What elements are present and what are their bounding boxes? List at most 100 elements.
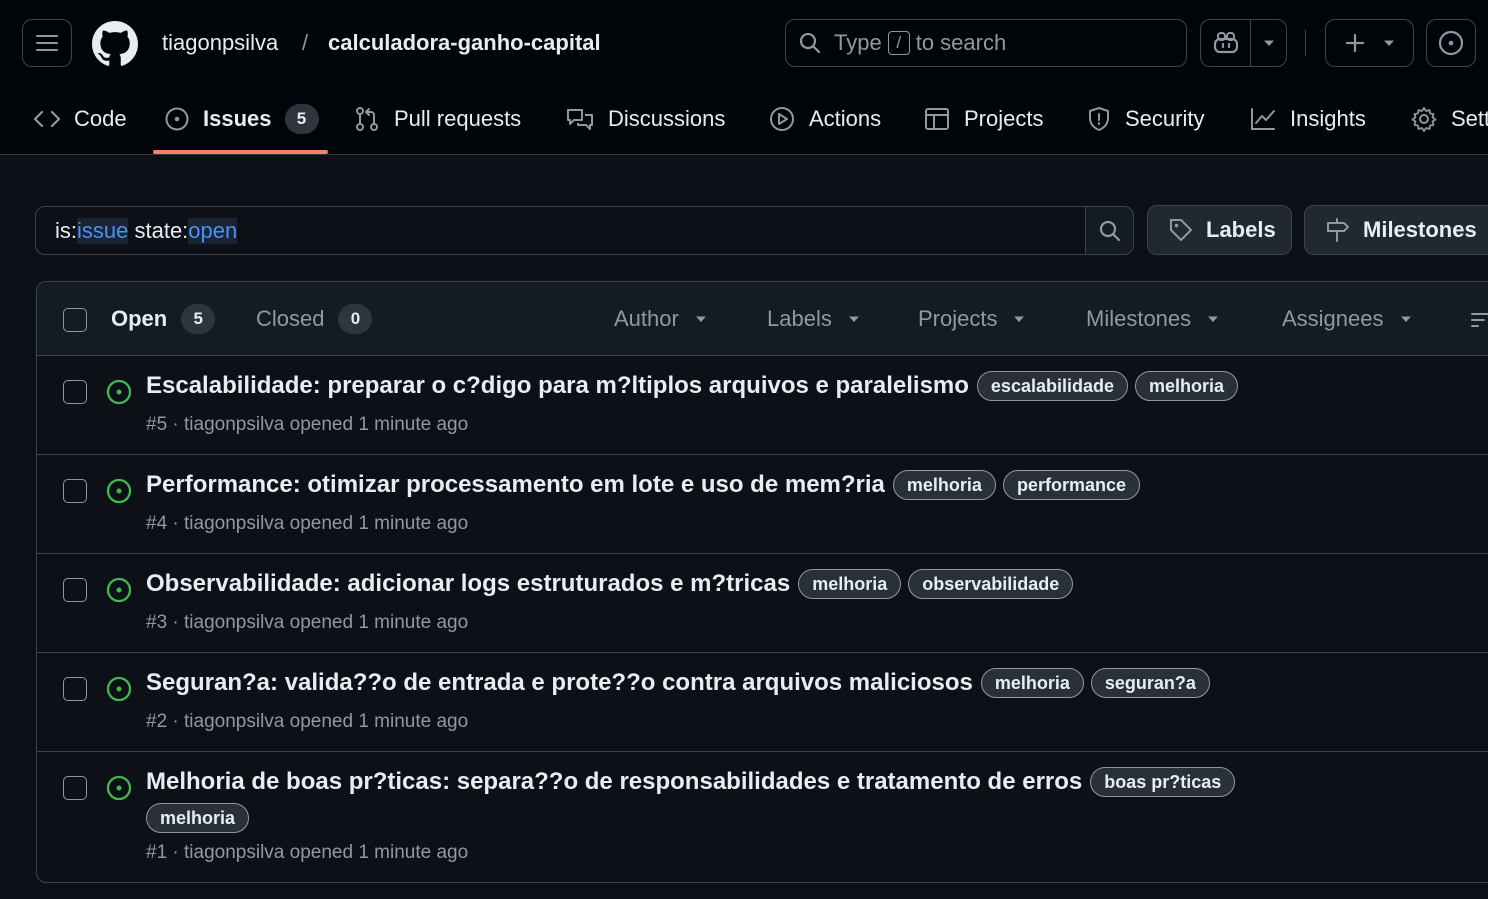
issue-meta: #5 · tiagonpsilva opened 1 minute ago bbox=[146, 414, 469, 435]
chevron-down-icon bbox=[1383, 40, 1394, 46]
issue-row[interactable]: Melhoria de boas pr?ticas: separa??o de … bbox=[37, 752, 1488, 882]
filter-is-key: is: bbox=[55, 217, 77, 243]
assignees-filter-dropdown[interactable]: Assignees bbox=[1282, 304, 1412, 334]
issue-title-line: Performance: otimizar processamento em l… bbox=[146, 470, 1485, 500]
issue-title-line: Observabilidade: adicionar logs estrutur… bbox=[146, 569, 1485, 599]
tab-projects[interactable]: Projects bbox=[924, 95, 1043, 143]
closed-label: Closed bbox=[256, 306, 325, 331]
menu-button[interactable] bbox=[22, 19, 72, 67]
issue-opened-icon bbox=[106, 478, 132, 504]
milestones-filter-label: Milestones bbox=[1086, 306, 1192, 331]
shield-icon bbox=[1089, 107, 1109, 131]
chevron-down-icon bbox=[848, 316, 859, 322]
global-search-input[interactable]: Type / to search bbox=[785, 19, 1187, 67]
select-all-checkbox[interactable] bbox=[63, 308, 87, 332]
issue-title-line: Escalabilidade: preparar o c?digo para m… bbox=[146, 371, 1485, 401]
your-issues-button[interactable] bbox=[1426, 19, 1476, 67]
issue-label[interactable]: melhoria bbox=[146, 803, 250, 833]
chevron-down-icon bbox=[1208, 316, 1219, 322]
labels-filter-dropdown[interactable]: Labels bbox=[767, 304, 860, 334]
issue-label[interactable]: seguran?a bbox=[1090, 668, 1210, 698]
tab-settings[interactable]: Sett bbox=[1411, 95, 1488, 143]
issue-label[interactable]: melhoria bbox=[892, 470, 996, 500]
github-logo-icon[interactable] bbox=[92, 21, 138, 67]
labels-button[interactable]: Labels bbox=[1147, 205, 1292, 255]
filter-is-value: issue bbox=[77, 217, 129, 244]
tab-discussions[interactable]: Discussions bbox=[566, 95, 725, 143]
chevron-down-icon bbox=[695, 316, 706, 322]
projects-filter-dropdown[interactable]: Projects bbox=[918, 304, 1025, 334]
issue-label[interactable]: observabilidade bbox=[908, 569, 1074, 599]
issue-row[interactable]: Observabilidade: adicionar logs estrutur… bbox=[37, 554, 1488, 653]
issue-meta: #2 · tiagonpsilva opened 1 minute ago bbox=[146, 711, 469, 732]
issue-title-link[interactable]: Observabilidade: adicionar logs estrutur… bbox=[146, 570, 790, 598]
issue-row[interactable]: Escalabilidade: preparar o c?digo para m… bbox=[37, 356, 1488, 455]
assignees-filter-label: Assignees bbox=[1282, 306, 1384, 331]
issue-title-link[interactable]: Escalabilidade: preparar o c?digo para m… bbox=[146, 372, 969, 400]
issue-row[interactable]: Performance: otimizar processamento em l… bbox=[37, 455, 1488, 554]
tab-security[interactable]: Security bbox=[1087, 95, 1204, 143]
chevron-down-icon bbox=[1400, 316, 1411, 322]
issue-label[interactable]: performance bbox=[1002, 470, 1140, 500]
open-count: 5 bbox=[181, 304, 216, 334]
milestones-button[interactable]: Milestones bbox=[1304, 205, 1488, 255]
author-filter-dropdown[interactable]: Author bbox=[614, 304, 707, 334]
issue-label[interactable]: escalabilidade bbox=[976, 371, 1128, 401]
issue-title-link[interactable]: Melhoria de boas pr?ticas: separa??o de … bbox=[146, 768, 1082, 796]
git-pull-request-icon bbox=[356, 107, 378, 131]
issue-label[interactable]: melhoria bbox=[798, 569, 902, 599]
search-icon bbox=[799, 32, 821, 54]
breadcrumb-separator: / bbox=[302, 30, 309, 55]
tab-projects-label: Projects bbox=[964, 106, 1044, 131]
issue-opened-icon bbox=[1438, 30, 1464, 56]
issue-checkbox[interactable] bbox=[63, 677, 87, 701]
issues-filter-input[interactable]: is: issue state: open bbox=[35, 206, 1086, 255]
issue-checkbox[interactable] bbox=[63, 578, 87, 602]
filter-search-button[interactable] bbox=[1085, 206, 1134, 255]
issue-meta: #3 · tiagonpsilva opened 1 minute ago bbox=[146, 612, 469, 633]
issue-title-link[interactable]: Seguran?a: valida??o de entrada e prote?… bbox=[146, 669, 973, 697]
issue-meta: #1 · tiagonpsilva opened 1 minute ago bbox=[146, 842, 469, 863]
gear-icon bbox=[1411, 107, 1437, 132]
closed-issues-toggle[interactable]: Closed 0 bbox=[256, 304, 373, 334]
milestone-icon bbox=[1327, 218, 1349, 242]
comment-discussion-icon bbox=[567, 109, 593, 130]
sort-icon[interactable] bbox=[1471, 312, 1488, 328]
tab-actions[interactable]: Actions bbox=[769, 95, 881, 143]
author-filter-label: Author bbox=[614, 306, 679, 331]
tab-pull-requests-label: Pull requests bbox=[394, 106, 522, 131]
tab-issues-label: Issues bbox=[203, 106, 272, 131]
issue-checkbox[interactable] bbox=[63, 479, 87, 503]
tab-actions-label: Actions bbox=[809, 106, 882, 131]
issue-label[interactable]: boas pr?ticas bbox=[1090, 767, 1236, 797]
search-placeholder-suffix: to search bbox=[915, 30, 1007, 55]
labels-button-label: Labels bbox=[1206, 217, 1276, 242]
issue-row[interactable]: Seguran?a: valida??o de entrada e prote?… bbox=[37, 653, 1488, 752]
filter-state-key: state: bbox=[134, 217, 189, 243]
create-new-button[interactable] bbox=[1325, 19, 1414, 67]
breadcrumb-repo[interactable]: calculadora-ganho-capital bbox=[328, 28, 601, 58]
tab-code[interactable]: Code bbox=[34, 95, 127, 143]
issue-checkbox[interactable] bbox=[63, 776, 87, 800]
breadcrumb-owner[interactable]: tiagonpsilva bbox=[162, 28, 278, 58]
issue-label[interactable]: melhoria bbox=[980, 668, 1084, 698]
issue-label[interactable]: melhoria bbox=[1135, 371, 1239, 401]
search-icon bbox=[1099, 220, 1120, 241]
copilot-button[interactable] bbox=[1200, 19, 1251, 67]
tab-pull-requests[interactable]: Pull requests bbox=[354, 95, 521, 143]
issues-list-header: Open 5 Closed 0 Author Labels Projects M… bbox=[37, 282, 1488, 356]
open-issues-toggle[interactable]: Open 5 bbox=[111, 304, 216, 334]
filter-state-value: open bbox=[188, 217, 238, 244]
issue-opened-icon bbox=[165, 107, 189, 131]
plus-icon bbox=[1345, 33, 1364, 53]
issue-opened-icon bbox=[106, 577, 132, 603]
copilot-menu-button[interactable] bbox=[1250, 19, 1287, 67]
issue-title-link[interactable]: Performance: otimizar processamento em l… bbox=[146, 471, 885, 499]
tab-discussions-label: Discussions bbox=[608, 106, 726, 131]
tab-insights[interactable]: Insights bbox=[1250, 95, 1366, 143]
tab-issues[interactable]: Issues 5 bbox=[165, 95, 319, 143]
milestones-filter-dropdown[interactable]: Milestones bbox=[1086, 304, 1219, 334]
issue-checkbox[interactable] bbox=[63, 380, 87, 404]
code-icon bbox=[34, 110, 60, 128]
issue-title-line: Seguran?a: valida??o de entrada e prote?… bbox=[146, 668, 1485, 698]
